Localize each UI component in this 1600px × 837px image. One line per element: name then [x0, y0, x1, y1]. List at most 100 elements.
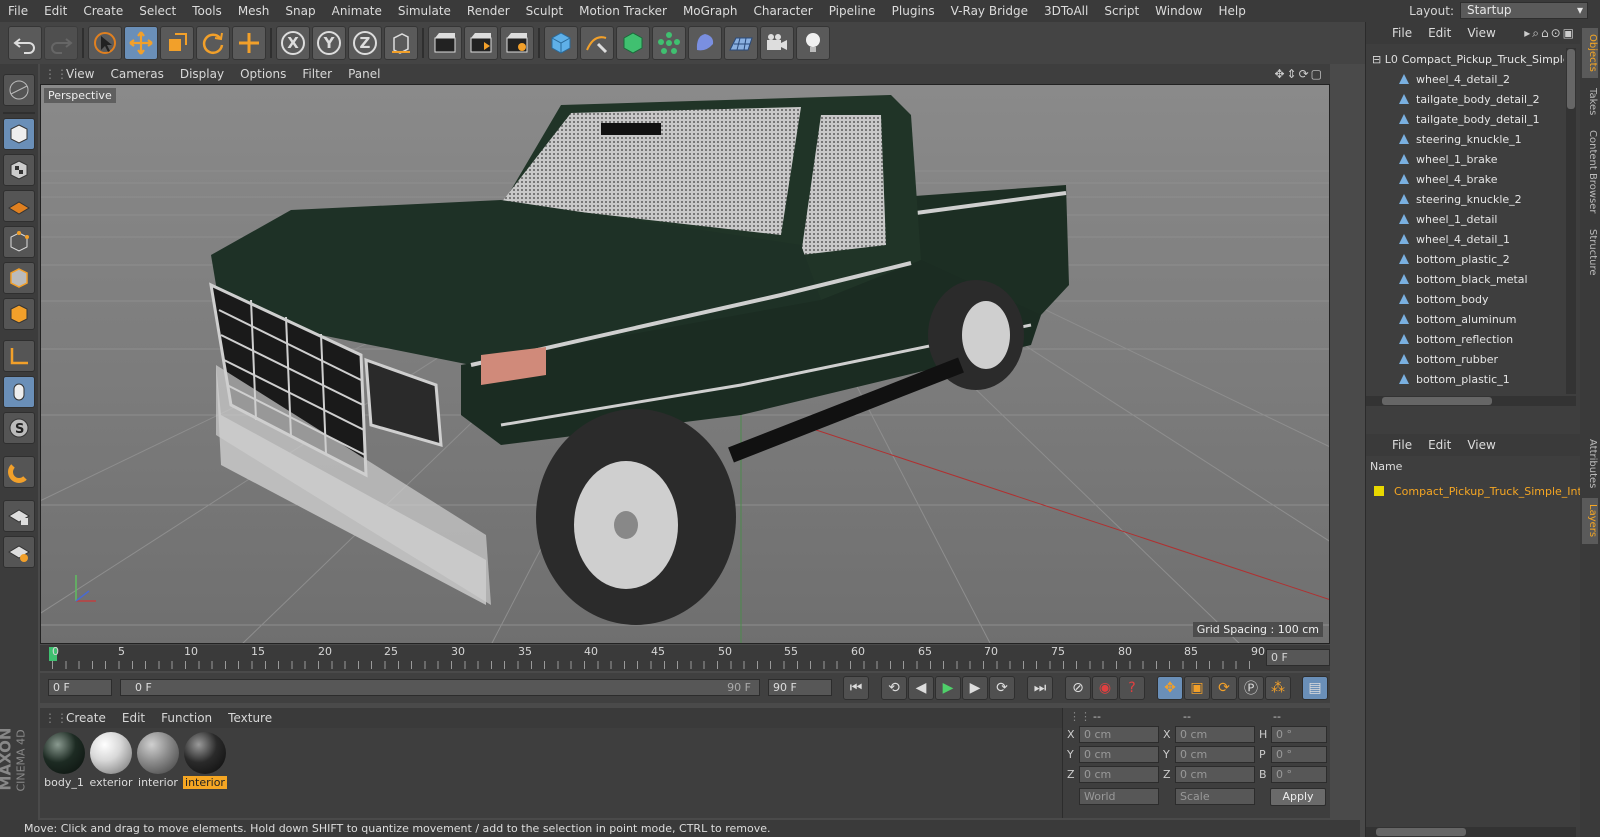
viewport-nav-icons[interactable]: ✥⇕⟳▢ — [1274, 67, 1324, 81]
object-item[interactable]: bottom_rubber — [1366, 350, 1564, 370]
polygons-mode-icon[interactable] — [3, 298, 35, 330]
cube-icon[interactable] — [544, 26, 578, 60]
locked-workplane-icon[interactable] — [3, 500, 35, 532]
position-z-field[interactable]: 0 cm — [1079, 766, 1159, 783]
viewport-menu-view[interactable]: View — [58, 67, 102, 81]
menu-character[interactable]: Character — [745, 4, 820, 18]
go-to-end-icon[interactable]: ⏭ — [1027, 676, 1053, 700]
key-scale-icon[interactable]: ▣ — [1184, 676, 1210, 700]
camera-icon[interactable] — [760, 26, 794, 60]
rotation-b-field[interactable]: 0 ° — [1271, 766, 1327, 783]
object-tree-hscrollbar[interactable] — [1366, 396, 1576, 406]
edges-mode-icon[interactable] — [3, 262, 35, 294]
layers-menu-file[interactable]: File — [1384, 438, 1420, 452]
render-picture-viewer-icon[interactable] — [464, 26, 498, 60]
key-parameter-icon[interactable]: Ⓟ — [1238, 676, 1264, 700]
menu-render[interactable]: Render — [459, 4, 518, 18]
rotation-p-field[interactable]: 0 ° — [1271, 746, 1327, 763]
object-item[interactable]: wheel_4_brake — [1366, 170, 1564, 190]
objects-menu-view[interactable]: View — [1459, 26, 1503, 40]
next-frame-icon[interactable]: ▶ — [962, 676, 988, 700]
size-y-field[interactable]: 0 cm — [1175, 746, 1255, 763]
timeline-window-icon[interactable]: ▤ — [1302, 676, 1328, 700]
menu-file[interactable]: File — [0, 4, 36, 18]
position-x-field[interactable]: 0 cm — [1079, 726, 1159, 743]
viewport-menu-display[interactable]: Display — [172, 67, 232, 81]
object-item[interactable]: tailgate_body_detail_1 — [1366, 110, 1564, 130]
objects-menu-edit[interactable]: Edit — [1420, 26, 1459, 40]
timeline-ruler[interactable]: 0 5 10 15 20 25 30 35 40 45 50 55 60 65 … — [40, 645, 1330, 671]
apply-button[interactable]: Apply — [1270, 788, 1326, 806]
viewport-menu-options[interactable]: Options — [232, 67, 294, 81]
menu-create[interactable]: Create — [75, 4, 131, 18]
object-item[interactable]: steering_knuckle_2 — [1366, 190, 1564, 210]
perspective-viewport[interactable]: Perspective Grid Spacing : 100 cm — [40, 84, 1330, 644]
object-item[interactable]: wheel_4_detail_1 — [1366, 230, 1564, 250]
model-mode-icon[interactable] — [3, 118, 35, 150]
object-item[interactable]: tonneau_cover_aluminum — [1366, 390, 1564, 394]
select-cursor-icon[interactable] — [88, 26, 122, 60]
menu-script[interactable]: Script — [1096, 4, 1147, 18]
x-axis-icon[interactable]: X — [276, 26, 310, 60]
size-mode-dropdown[interactable]: Scale — [1175, 788, 1255, 805]
rotate-icon[interactable] — [196, 26, 230, 60]
tab-structure[interactable]: Structure — [1582, 222, 1598, 282]
object-item[interactable]: bottom_body — [1366, 290, 1564, 310]
size-z-field[interactable]: 0 cm — [1175, 766, 1255, 783]
menu-help[interactable]: Help — [1210, 4, 1253, 18]
start-frame-field[interactable]: 0 F — [48, 679, 112, 696]
menu-sculpt[interactable]: Sculpt — [518, 4, 571, 18]
menu-mesh[interactable]: Mesh — [230, 4, 278, 18]
material-menu-edit[interactable]: Edit — [114, 711, 153, 725]
next-key-icon[interactable]: ⟳ — [989, 676, 1015, 700]
material-menu-texture[interactable]: Texture — [220, 711, 280, 725]
viewport-menu-filter[interactable]: Filter — [294, 67, 340, 81]
tab-attributes[interactable]: Attributes — [1582, 434, 1598, 494]
play-icon[interactable]: ▶ — [935, 676, 961, 700]
previous-frame-icon[interactable]: ◀ — [908, 676, 934, 700]
record-keys-disabled-icon[interactable]: ⊘ — [1065, 676, 1091, 700]
object-item[interactable]: bottom_black_metal — [1366, 270, 1564, 290]
menu-edit[interactable]: Edit — [36, 4, 75, 18]
key-position-icon[interactable]: ✥ — [1157, 676, 1183, 700]
tab-layers[interactable]: Layers — [1582, 498, 1598, 544]
go-to-start-icon[interactable]: ⏮ — [843, 676, 869, 700]
layers-menu-edit[interactable]: Edit — [1420, 438, 1459, 452]
menu-animate[interactable]: Animate — [324, 4, 390, 18]
snap-icon[interactable]: S — [3, 412, 35, 444]
menu-tools[interactable]: Tools — [184, 4, 230, 18]
material-menu-create[interactable]: Create — [58, 711, 114, 725]
menu-snap[interactable]: Snap — [277, 4, 323, 18]
end-frame-field[interactable]: 90 F — [768, 679, 832, 696]
subdivision-icon[interactable] — [616, 26, 650, 60]
edit-render-settings-icon[interactable] — [500, 26, 534, 60]
object-item[interactable]: wheel_1_brake — [1366, 150, 1564, 170]
current-frame-field[interactable]: 0 F — [1266, 649, 1330, 666]
menu-pipeline[interactable]: Pipeline — [821, 4, 884, 18]
menu-vray-bridge[interactable]: V-Ray Bridge — [943, 4, 1036, 18]
object-item[interactable]: bottom_aluminum — [1366, 310, 1564, 330]
menu-simulate[interactable]: Simulate — [390, 4, 459, 18]
previous-key-icon[interactable]: ⟲ — [881, 676, 907, 700]
floor-icon[interactable] — [724, 26, 758, 60]
planar-workplane-icon[interactable] — [3, 536, 35, 568]
layout-dropdown[interactable]: Startup — [1460, 2, 1588, 19]
object-item[interactable]: wheel_1_detail — [1366, 210, 1564, 230]
range-slider[interactable]: 0 F 90 F — [120, 679, 760, 696]
tab-objects[interactable]: Objects — [1582, 28, 1598, 78]
object-item[interactable]: wheel_4_detail_2 — [1366, 70, 1564, 90]
camera-label[interactable]: Perspective — [44, 88, 116, 103]
objects-menu-file[interactable]: File — [1384, 26, 1420, 40]
make-editable-icon[interactable] — [3, 74, 35, 106]
material-swatch-selected[interactable]: interior — [183, 732, 227, 794]
key-point-level-icon[interactable]: ⁂ — [1265, 676, 1291, 700]
y-axis-icon[interactable]: Y — [312, 26, 346, 60]
magnet-icon[interactable] — [3, 456, 35, 488]
coordinate-system-icon[interactable] — [384, 26, 418, 60]
menu-window[interactable]: Window — [1147, 4, 1210, 18]
material-menu-function[interactable]: Function — [153, 711, 220, 725]
menu-mograph[interactable]: MoGraph — [675, 4, 746, 18]
menu-select[interactable]: Select — [131, 4, 184, 18]
layers-menu-view[interactable]: View — [1459, 438, 1503, 452]
cloner-icon[interactable] — [652, 26, 686, 60]
